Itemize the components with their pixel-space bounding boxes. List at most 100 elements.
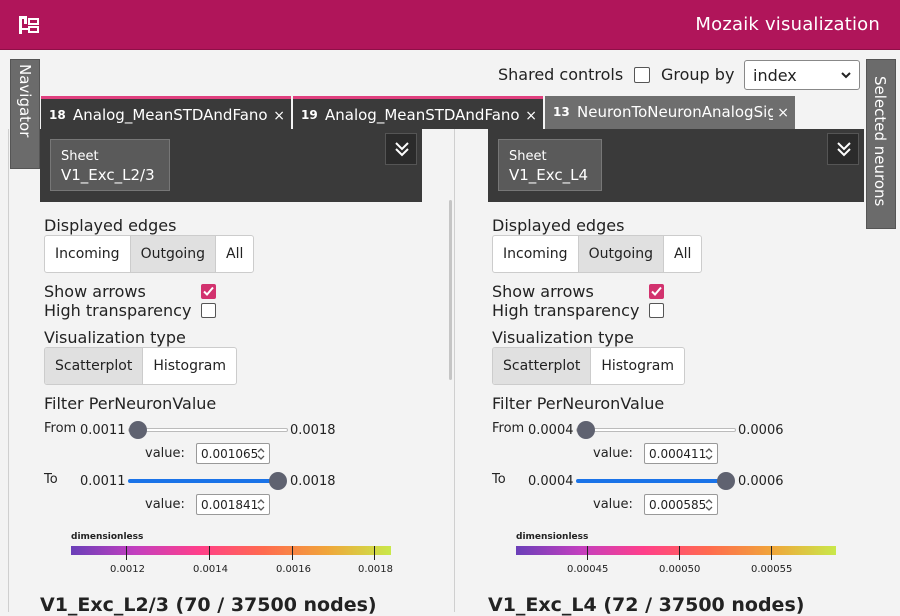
- sheet-name: V1_Exc_L2/3: [61, 166, 155, 184]
- sheet-caption: Sheet: [61, 149, 99, 164]
- colorbar-tick-label: 0.00045: [567, 564, 609, 575]
- close-icon[interactable]: ×: [777, 105, 789, 121]
- from-slider-track[interactable]: [576, 428, 736, 432]
- to-slider-track[interactable]: [128, 479, 280, 483]
- filter-label: Filter PerNeuronValue: [44, 394, 217, 413]
- to-label: To: [492, 472, 506, 487]
- to-slider-thumb[interactable]: [717, 472, 735, 490]
- edges-all-button[interactable]: All: [664, 236, 701, 272]
- sheet-button[interactable]: Sheet V1_Exc_L2/3: [50, 139, 170, 191]
- colorbar-tick-label: 0.00055: [751, 564, 793, 575]
- group-by-label: Group by: [661, 65, 735, 84]
- edges-outgoing-button[interactable]: Outgoing: [130, 236, 217, 272]
- tab-label: Analog_MeanSTDAndFanoFactor: [325, 106, 521, 124]
- edges-incoming-button[interactable]: Incoming: [493, 236, 579, 272]
- high-transparency-checkbox[interactable]: [201, 303, 216, 318]
- selected-neurons-tab[interactable]: Selected neurons: [866, 59, 896, 229]
- high-transparency-checkbox[interactable]: [649, 303, 664, 318]
- to-value-label: value:: [145, 497, 185, 512]
- scrollbar[interactable]: [449, 200, 452, 380]
- to-max-label: 0.0006: [738, 474, 784, 489]
- spinner-icon[interactable]: [256, 445, 266, 463]
- sheet-name: V1_Exc_L4: [509, 166, 589, 184]
- to-slider-thumb[interactable]: [269, 472, 287, 490]
- tab-label: NeuronToNeuronAnalogSignal: [577, 103, 773, 121]
- edges-button-group: Incoming Outgoing All: [44, 235, 255, 273]
- vis-type-button-group: Scatterplot Histogram: [44, 347, 237, 385]
- from-slider-track[interactable]: [128, 428, 288, 432]
- collapse-button[interactable]: [827, 133, 859, 165]
- app-title: Mozaik visualization: [695, 14, 880, 35]
- spinner-icon[interactable]: [704, 445, 714, 463]
- edges-outgoing-button[interactable]: Outgoing: [578, 236, 665, 272]
- to-min-label: 0.0004: [528, 474, 574, 489]
- show-arrows-label: Show arrows: [492, 282, 594, 301]
- spinner-icon[interactable]: [704, 496, 714, 514]
- panel-header: Sheet V1_Exc_L4: [488, 129, 864, 202]
- scatterplot-button[interactable]: Scatterplot: [45, 348, 144, 384]
- colorbar-tick: [587, 546, 588, 560]
- edges-button-group: Incoming Outgoing All: [492, 235, 703, 273]
- close-icon[interactable]: ×: [273, 108, 285, 124]
- from-value-label: value:: [145, 446, 185, 461]
- scatterplot-button[interactable]: Scatterplot: [493, 348, 592, 384]
- sheet-button[interactable]: Sheet V1_Exc_L4: [498, 139, 602, 191]
- from-min-label: 0.0004: [528, 423, 574, 438]
- navigator-label: Navigator: [16, 64, 34, 138]
- to-value-label: value:: [593, 497, 633, 512]
- from-label: From: [44, 421, 77, 436]
- show-arrows-checkbox[interactable]: [201, 284, 216, 299]
- colorbar-title: dimensionless: [71, 532, 144, 542]
- sitemap-icon[interactable]: [19, 16, 39, 34]
- panel-divider: [454, 129, 455, 612]
- high-transparency-label: High transparency: [492, 301, 640, 320]
- top-bar: Mozaik visualization: [0, 0, 900, 50]
- navigator-tab[interactable]: Navigator: [10, 59, 40, 169]
- double-chevron-down-icon: [837, 142, 851, 157]
- from-slider-thumb[interactable]: [577, 421, 595, 439]
- displayed-edges-label: Displayed edges: [44, 216, 177, 235]
- from-value-input[interactable]: 0.001065: [196, 443, 270, 464]
- show-arrows-checkbox[interactable]: [649, 284, 664, 299]
- spinner-icon[interactable]: [256, 496, 266, 514]
- to-slider-track[interactable]: [576, 479, 728, 483]
- tab-number: 19: [301, 108, 318, 122]
- from-value: 0.001065: [201, 447, 259, 461]
- from-value-label: value:: [593, 446, 633, 461]
- chevron-down-icon: [841, 72, 851, 79]
- to-value-input[interactable]: 0.001841: [196, 494, 270, 515]
- colorbar-tick: [292, 546, 293, 560]
- from-slider-thumb[interactable]: [129, 421, 147, 439]
- group-by-select[interactable]: index: [744, 60, 860, 90]
- shared-controls-checkbox[interactable]: [634, 67, 650, 83]
- panel-border: [8, 129, 9, 612]
- to-value-input[interactable]: 0.000585: [644, 494, 718, 515]
- tab-18[interactable]: 18 Analog_MeanSTDAndFanoFactor ×: [41, 96, 291, 129]
- from-max-label: 0.0006: [738, 423, 784, 438]
- tab-number: 18: [49, 108, 66, 122]
- colorbar-tick-label: 0.00050: [659, 564, 701, 575]
- tab-13[interactable]: 13 NeuronToNeuronAnalogSignal ×: [545, 96, 795, 129]
- edges-all-button[interactable]: All: [216, 236, 253, 272]
- tab-19[interactable]: 19 Analog_MeanSTDAndFanoFactor ×: [293, 96, 543, 129]
- colorbar: [71, 546, 391, 555]
- from-value-input[interactable]: 0.000411: [644, 443, 718, 464]
- group-by-value: index: [753, 66, 797, 85]
- collapse-button[interactable]: [385, 133, 417, 165]
- colorbar-tick: [679, 546, 680, 560]
- edges-incoming-button[interactable]: Incoming: [45, 236, 131, 272]
- to-max-label: 0.0018: [290, 474, 336, 489]
- from-value: 0.000411: [649, 447, 707, 461]
- colorbar-tick-label: 0.0014: [193, 564, 228, 575]
- to-min-label: 0.0011: [80, 474, 126, 489]
- show-arrows-label: Show arrows: [44, 282, 146, 301]
- shared-controls-label: Shared controls: [498, 65, 624, 84]
- sheet-caption: Sheet: [509, 149, 547, 164]
- close-icon[interactable]: ×: [525, 108, 537, 124]
- histogram-button[interactable]: Histogram: [143, 348, 236, 384]
- colorbar-title: dimensionless: [516, 532, 589, 542]
- histogram-button[interactable]: Histogram: [591, 348, 684, 384]
- checkmark-icon: [203, 286, 214, 296]
- from-min-label: 0.0011: [80, 423, 126, 438]
- to-value: 0.000585: [649, 498, 707, 512]
